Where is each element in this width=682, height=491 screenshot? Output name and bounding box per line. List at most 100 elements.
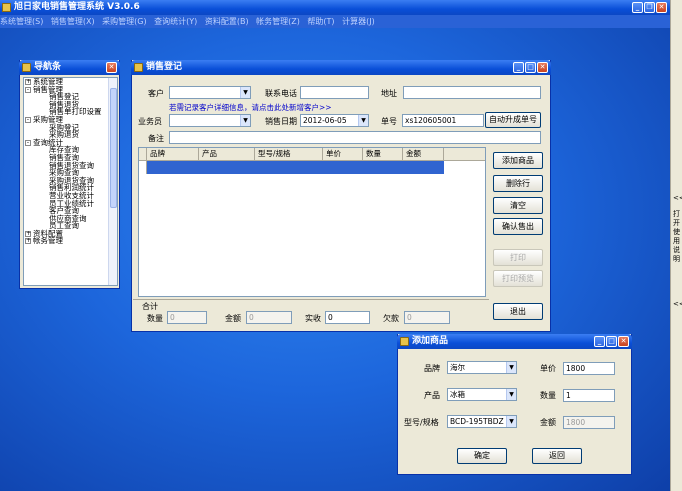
minimize-icon[interactable]: _ — [632, 2, 643, 13]
model-select[interactable]: BCD-195TBDZ ▼ — [447, 415, 517, 428]
add-product-button[interactable]: 添加商品 — [493, 152, 543, 169]
collapse-icon[interactable]: - — [25, 116, 31, 123]
help-sidebar[interactable]: << 打开使用说明 << — [670, 0, 682, 491]
clear-button[interactable]: 清空 — [493, 197, 543, 214]
ok-button[interactable]: 确定 — [457, 448, 507, 464]
sale-date-label: 销售日期 — [265, 117, 297, 126]
grid-header: 品牌 产品 型号/规格 单价 数量 金额 — [139, 148, 485, 161]
menu-bar: 系统管理(S) 销售管理(X) 采购管理(G) 查询统计(Y) 资料配置(B) … — [0, 15, 670, 28]
minimize-icon[interactable]: _ — [513, 62, 524, 73]
back-button[interactable]: 返回 — [532, 448, 582, 464]
collapse-icon[interactable]: - — [25, 139, 31, 146]
menu-help[interactable]: 帮助(T) — [307, 17, 334, 26]
expand-icon[interactable]: + — [25, 79, 31, 85]
menu-config[interactable]: 资料配置(B) — [205, 17, 249, 26]
navigator-tree[interactable]: + 系统管理 - 销售管理 销售登记 销售退货 销售单打印设置 - 采购管理 采购登记 采购退货 - 查… — [23, 77, 118, 286]
menu-calculator[interactable]: 计算器(J) — [342, 17, 375, 26]
product-select[interactable]: 冰箱 ▼ — [447, 388, 517, 401]
owed-value: 0 — [404, 311, 450, 324]
menu-purchase[interactable]: 采购管理(G) — [102, 17, 146, 26]
remark-label: 备注 — [148, 134, 164, 143]
model-label: 型号/规格 — [404, 418, 439, 427]
column-amount[interactable]: 金额 — [403, 148, 444, 160]
totals-group: 合计 数量 0 金额 0 实收 0 欠款 0 — [133, 299, 489, 329]
column-brand[interactable]: 品牌 — [147, 148, 199, 160]
restore-icon[interactable]: ❐ — [644, 2, 655, 13]
salesperson-label: 业务员 — [138, 117, 162, 126]
maximize-icon[interactable]: □ — [525, 62, 536, 73]
total-qty-value: 0 — [167, 311, 207, 324]
column-qty[interactable]: 数量 — [363, 148, 403, 160]
navigator-title-bar: 导航条 ✕ — [19, 60, 120, 75]
tree-item[interactable]: + 帐务管理 — [24, 237, 117, 245]
navigator-title: 导航条 — [34, 62, 62, 72]
column-model[interactable]: 型号/规格 — [255, 148, 323, 160]
open-manual-label[interactable]: 打开使用说明 — [673, 210, 681, 264]
expand-icon[interactable]: + — [25, 238, 31, 245]
product-value: 冰箱 — [450, 390, 465, 399]
items-grid[interactable]: 品牌 产品 型号/规格 单价 数量 金额 — [138, 147, 486, 297]
confirm-sale-button[interactable]: 确认售出 — [493, 218, 543, 235]
print-preview-button[interactable]: 打印预览 — [493, 270, 543, 287]
total-qty-label: 数量 — [147, 314, 163, 323]
add-product-title-bar: 添加商品 _ □ ✕ — [397, 334, 632, 349]
paid-input[interactable]: 0 — [325, 311, 370, 324]
menu-system[interactable]: 系统管理(S) — [0, 17, 43, 26]
window-icon — [22, 63, 31, 72]
salesperson-select[interactable]: ▼ — [169, 114, 251, 127]
expand-icon[interactable]: + — [25, 230, 31, 237]
sale-date-picker[interactable]: 2012-06-05 ▼ — [300, 114, 369, 127]
address-input[interactable] — [403, 86, 541, 99]
app-title-bar: 旭日家电销售管理系统 V3.0.6 _ ❐ ✕ — [0, 0, 670, 15]
model-value: BCD-195TBDZ — [450, 417, 504, 426]
add-customer-link[interactable]: 若需记录客户详细信息，请点击此处新增客户>> — [169, 102, 332, 113]
price-input[interactable]: 1800 — [563, 362, 615, 375]
customer-select[interactable]: ▼ — [169, 86, 251, 99]
close-icon[interactable]: ✕ — [618, 336, 629, 347]
column-product[interactable]: 产品 — [199, 148, 255, 160]
phone-input[interactable] — [300, 86, 369, 99]
customer-label: 客户 — [148, 89, 164, 98]
owed-label: 欠款 — [383, 314, 399, 323]
price-label: 单价 — [540, 364, 556, 373]
exit-button[interactable]: 退出 — [493, 303, 543, 320]
print-button[interactable]: 打印 — [493, 249, 543, 266]
navigator-window: 导航条 ✕ + 系统管理 - 销售管理 销售登记 销售退货 销售单打印设置 - 采购管理 采购登记… — [19, 60, 120, 289]
auto-order-no-button[interactable]: 自动升成单号 — [485, 112, 541, 128]
brand-select[interactable]: 海尔 ▼ — [447, 361, 517, 374]
table-row[interactable] — [139, 161, 444, 174]
dropdown-arrow-icon: ▼ — [506, 389, 516, 400]
app-title: 旭日家电销售管理系统 V3.0.6 — [14, 2, 140, 12]
add-product-dialog: 添加商品 _ □ ✕ 品牌 海尔 ▼ 单价 1800 产品 冰箱 ▼ 数量 1 型号… — [397, 334, 632, 475]
collapse-icon[interactable]: - — [25, 86, 31, 93]
qty-input[interactable]: 1 — [563, 389, 615, 402]
order-no-input[interactable]: xs120605001 — [402, 114, 484, 127]
scrollbar[interactable] — [108, 78, 117, 285]
amount-value: 1800 — [563, 416, 615, 429]
menu-query[interactable]: 查询统计(Y) — [154, 17, 197, 26]
dropdown-arrow-icon: ▼ — [358, 115, 368, 126]
menu-sales[interactable]: 销售管理(X) — [51, 17, 95, 26]
row-header-cell — [139, 148, 147, 160]
address-label: 地址 — [381, 89, 397, 98]
add-product-title: 添加商品 — [412, 336, 449, 346]
close-icon[interactable]: ✕ — [106, 62, 117, 73]
column-price[interactable]: 单价 — [323, 148, 363, 160]
total-amount-label: 金额 — [225, 314, 241, 323]
remark-input[interactable] — [169, 131, 541, 144]
collapse-chevron-icon[interactable]: << — [673, 194, 682, 202]
collapse-chevron-icon-2[interactable]: << — [673, 300, 682, 308]
paid-label: 实收 — [305, 314, 321, 323]
close-icon[interactable]: ✕ — [537, 62, 548, 73]
app-icon — [2, 3, 11, 12]
minimize-icon[interactable]: _ — [594, 336, 605, 347]
scrollbar-thumb[interactable] — [110, 88, 117, 208]
amount-label: 金额 — [540, 418, 556, 427]
delete-row-button[interactable]: 删除行 — [493, 175, 543, 192]
dropdown-arrow-icon: ▼ — [506, 362, 516, 373]
dropdown-arrow-icon: ▼ — [240, 115, 250, 126]
menu-accounts[interactable]: 帐务管理(Z) — [256, 17, 300, 26]
brand-label: 品牌 — [424, 364, 440, 373]
maximize-icon[interactable]: □ — [606, 336, 617, 347]
close-icon[interactable]: ✕ — [656, 2, 667, 13]
